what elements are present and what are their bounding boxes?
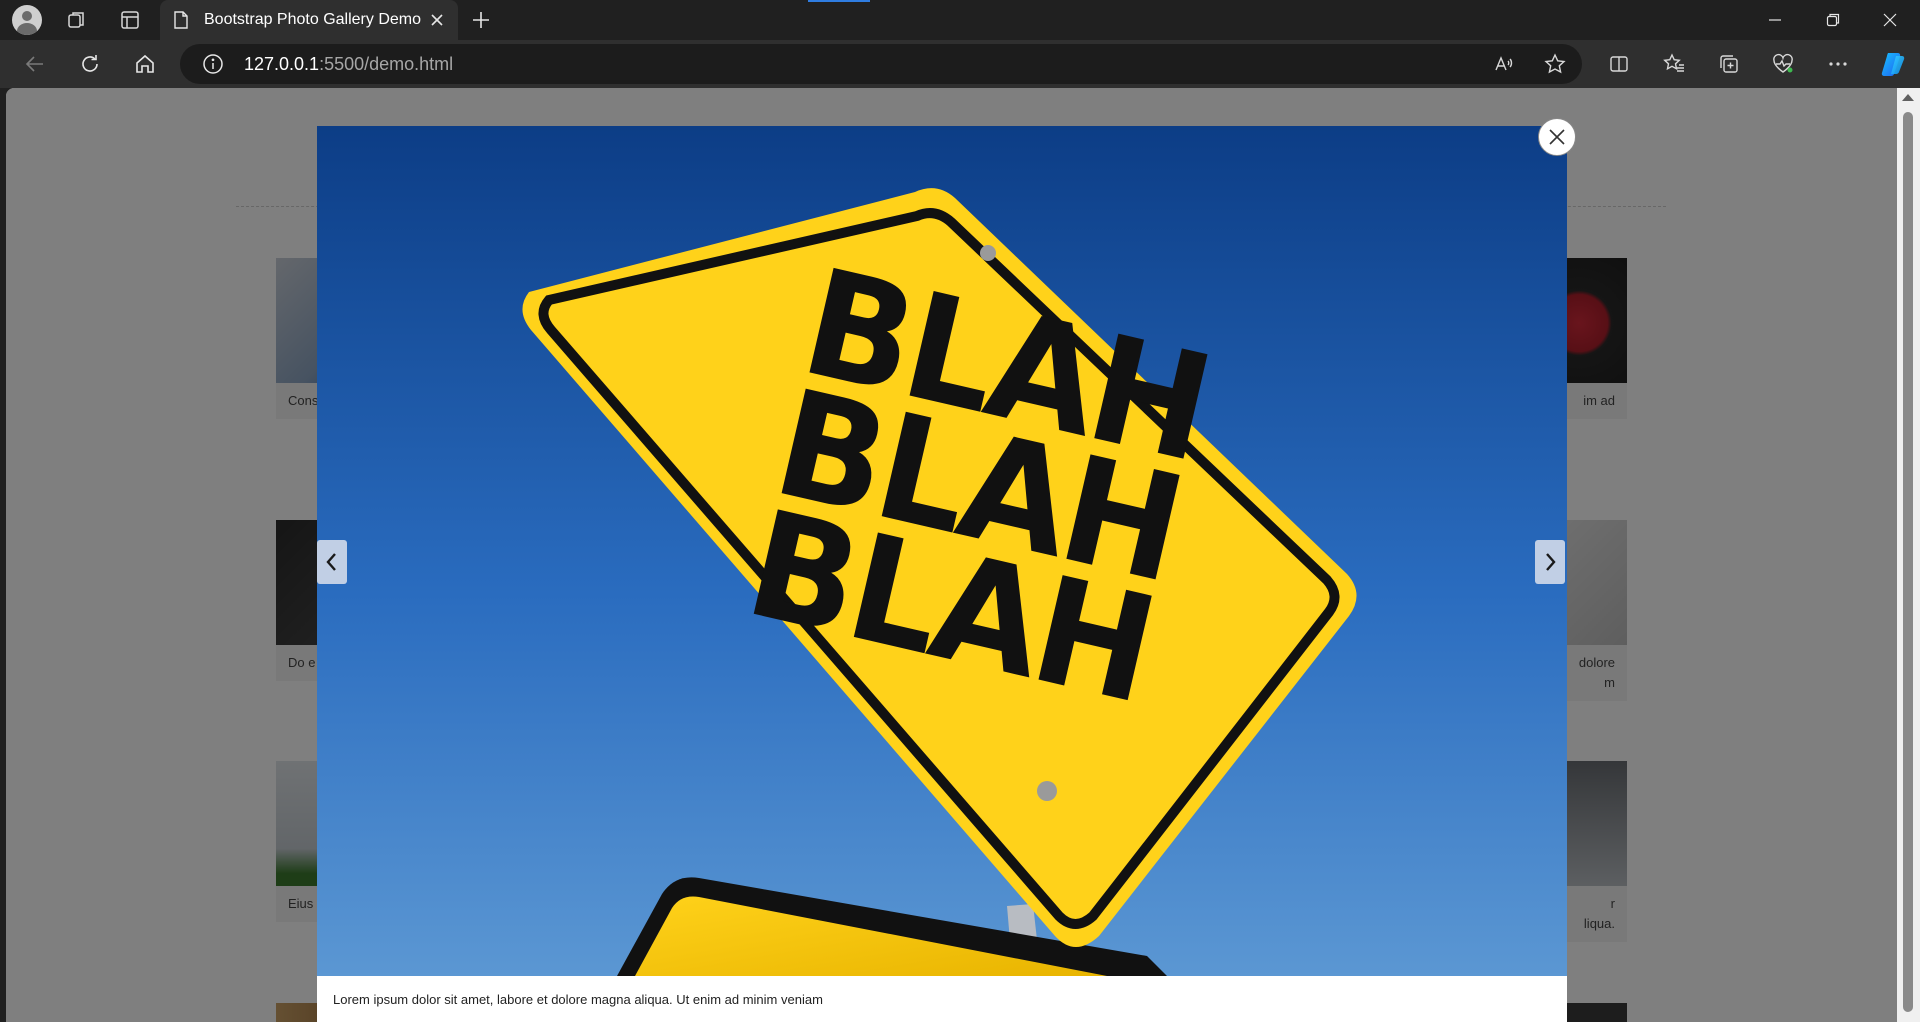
refresh-icon[interactable] [73,48,107,80]
back-icon[interactable] [18,48,52,80]
tab-close-icon[interactable] [426,9,448,31]
navigation-bar: 127.0.0.1:5500/demo.html [0,40,1920,88]
close-icon [1549,129,1565,145]
profile-avatar[interactable] [12,5,42,35]
split-screen-icon[interactable] [1603,48,1635,80]
previous-image-button[interactable] [317,540,347,584]
sign-text: BLAH BLAH BLAH [733,237,1222,736]
lightbox-close-button[interactable] [1538,118,1576,156]
next-image-button[interactable] [1535,540,1565,584]
new-tab-button[interactable] [466,6,496,34]
vertical-scrollbar[interactable] [1897,88,1920,1022]
minimize-button[interactable] [1745,0,1805,40]
lightbox-caption: Lorem ipsum dolor sit amet, labore et do… [333,991,823,1007]
lightbox-modal: BLAH BLAH BLAH Lorem ipsum dolor sit ame… [317,126,1567,1022]
title-bar: Bootstrap Photo Gallery Demo [0,0,1920,40]
site-info-icon[interactable] [202,53,224,75]
chevron-left-icon [326,553,336,571]
restore-button[interactable] [1803,0,1863,40]
address-bar[interactable]: 127.0.0.1:5500/demo.html [180,44,1582,84]
scroll-up-arrow-icon[interactable] [1902,94,1914,101]
chevron-right-icon [1546,553,1556,571]
browser-essentials-icon[interactable] [1767,48,1799,80]
read-aloud-icon[interactable] [1488,48,1520,80]
tab-actions-icon[interactable] [115,6,145,34]
tab-title: Bootstrap Photo Gallery Demo [204,11,421,28]
page-viewport: Cons Do e Eius im ad dolorem rliqua. [6,88,1897,1022]
collections-icon[interactable] [1713,48,1745,80]
more-icon[interactable] [1822,48,1854,80]
page-icon [174,11,188,29]
home-icon[interactable] [128,48,162,80]
close-window-button[interactable] [1860,0,1920,40]
copilot-icon[interactable] [1877,48,1909,80]
add-favorite-icon[interactable] [1539,48,1571,80]
favorites-icon[interactable] [1658,48,1690,80]
tab-strip-indicator [808,0,870,2]
scroll-thumb[interactable] [1903,112,1913,1012]
tab-active[interactable]: Bootstrap Photo Gallery Demo [160,0,458,40]
lightbox-image: BLAH BLAH BLAH [317,126,1567,976]
workspaces-icon[interactable] [62,6,92,34]
url-text[interactable]: 127.0.0.1:5500/demo.html [244,54,453,75]
